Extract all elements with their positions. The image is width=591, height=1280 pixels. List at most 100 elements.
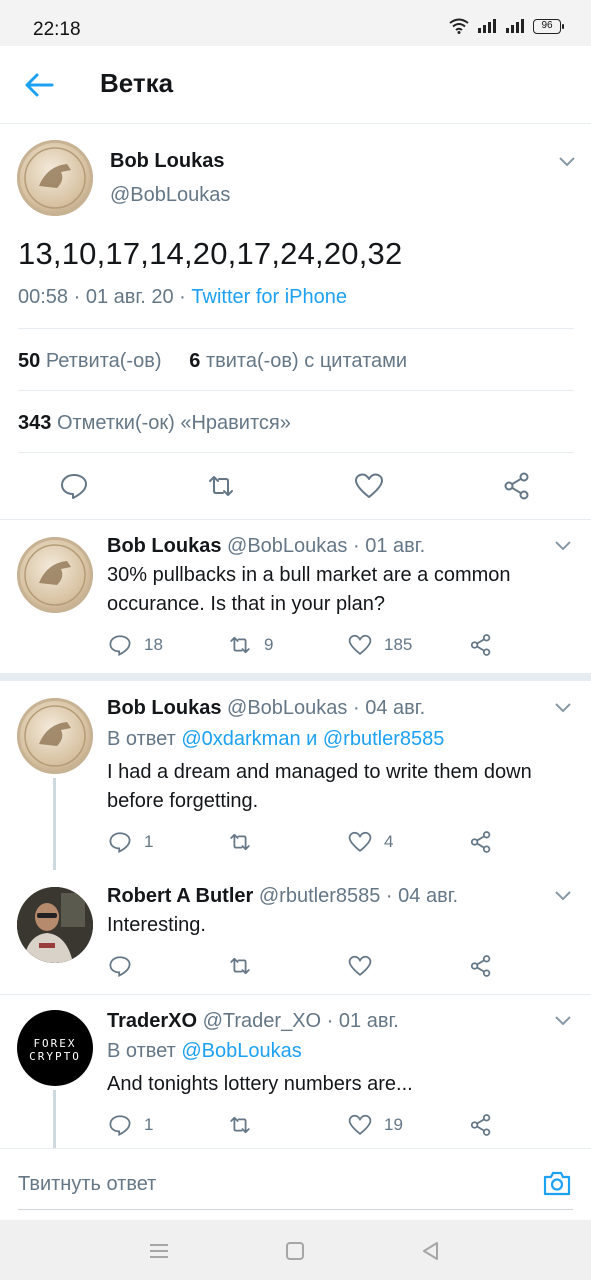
mention-link[interactable]: @0xdarkman bbox=[181, 728, 300, 750]
author-name[interactable]: Bob Loukas bbox=[107, 535, 221, 557]
reply-action[interactable] bbox=[108, 953, 132, 979]
author-handle[interactable]: @BobLoukas bbox=[227, 697, 347, 719]
compose-bar: Твитнуть ответ bbox=[0, 1148, 591, 1220]
system-nav-bar bbox=[0, 1220, 591, 1280]
retweet-icon bbox=[230, 957, 250, 975]
avatar[interactable]: FOREX CRYPTO bbox=[17, 1010, 93, 1086]
reply-count: 1 bbox=[144, 832, 154, 851]
meta-separator: · bbox=[73, 286, 86, 308]
main-tweet: Bob Loukas @BobLoukas 13,10,17,14,20,17,… bbox=[0, 124, 591, 520]
divider bbox=[18, 452, 574, 453]
signal-icon-2 bbox=[506, 19, 524, 33]
reply-text: Interesting. bbox=[107, 914, 206, 936]
status-icons: 96 bbox=[449, 18, 564, 34]
back-triangle-icon[interactable] bbox=[418, 1238, 444, 1264]
quotes-label: твита(-ов) с цитатами bbox=[205, 350, 408, 372]
reply-tweet[interactable]: Bob Loukas @BobLoukas · 01 авг. 30% pull… bbox=[0, 520, 591, 673]
author-handle[interactable]: @BobLoukas bbox=[227, 535, 347, 557]
avatar[interactable] bbox=[17, 698, 93, 774]
share-action[interactable] bbox=[469, 829, 493, 855]
author-name[interactable]: Robert A Butler bbox=[107, 885, 253, 907]
share-action[interactable] bbox=[469, 1112, 493, 1138]
retweets-label: Ретвита(-ов) bbox=[45, 350, 162, 372]
mention-link[interactable]: @BobLoukas bbox=[181, 1040, 301, 1062]
retweet-action[interactable]: 9 bbox=[228, 632, 273, 658]
replying-to: В ответ @BobLoukas bbox=[107, 1040, 302, 1063]
reply-header: Bob Loukas @BobLoukas · 04 авг. bbox=[107, 697, 425, 720]
chevron-down-icon[interactable] bbox=[558, 156, 576, 168]
mention-link[interactable]: @rbutler8585 bbox=[323, 728, 444, 750]
like-icon bbox=[348, 634, 372, 655]
author-handle[interactable]: @BobLoukas bbox=[110, 184, 230, 207]
mention-joiner: и bbox=[306, 728, 318, 750]
retweet-icon bbox=[230, 1116, 250, 1134]
author-name[interactable]: TraderXO bbox=[107, 1010, 197, 1032]
retweet-icon bbox=[230, 833, 250, 851]
quotes-count: 6 bbox=[189, 350, 201, 372]
replying-to: В ответ @0xdarkman и @rbutler8585 bbox=[107, 728, 444, 751]
author-name[interactable]: Bob Loukas bbox=[110, 150, 224, 173]
reply-action[interactable]: 1 bbox=[108, 1112, 153, 1138]
reply-action[interactable]: 18 bbox=[108, 632, 163, 658]
camera-icon[interactable] bbox=[541, 1167, 573, 1199]
reply-icon bbox=[109, 635, 131, 657]
share-action[interactable] bbox=[469, 953, 493, 979]
home-icon[interactable] bbox=[282, 1238, 308, 1264]
reply-text: I had a dream and managed to write them … bbox=[107, 761, 532, 812]
chevron-down-icon[interactable] bbox=[554, 702, 572, 714]
reply-action[interactable]: 1 bbox=[108, 829, 153, 855]
like-action[interactable] bbox=[348, 953, 372, 979]
share-icon bbox=[470, 831, 491, 853]
reply-tweet[interactable]: Bob Loukas @BobLoukas · 04 авг. В ответ … bbox=[0, 681, 591, 870]
retweet-stats[interactable]: 50 Ретвита(-ов) 6 твита(-ов) с цитатами bbox=[18, 350, 407, 373]
retweet-action[interactable] bbox=[228, 953, 252, 979]
back-arrow-icon[interactable] bbox=[22, 70, 56, 100]
like-action[interactable]: 185 bbox=[348, 632, 412, 658]
page-title: Ветка bbox=[100, 68, 174, 98]
retweet-action[interactable] bbox=[228, 829, 264, 855]
like-action[interactable]: 19 bbox=[348, 1112, 403, 1138]
reply-icon bbox=[109, 1115, 131, 1137]
reply-tweet[interactable]: FOREX CRYPTO TraderXO @Trader_XO · 01 ав… bbox=[0, 995, 591, 1148]
likes-stats[interactable]: 343 Отметки(-ок) «Нравится» bbox=[18, 412, 291, 435]
retweet-icon[interactable] bbox=[206, 471, 236, 501]
like-icon bbox=[348, 831, 372, 852]
avatar[interactable] bbox=[17, 537, 93, 613]
share-icon[interactable] bbox=[502, 471, 532, 501]
replying-to-label: В ответ bbox=[107, 728, 176, 750]
author-handle[interactable]: @rbutler8585 bbox=[259, 885, 380, 907]
like-count: 4 bbox=[384, 832, 394, 851]
chevron-down-icon[interactable] bbox=[554, 890, 572, 902]
like-action[interactable]: 4 bbox=[348, 829, 393, 855]
reply-date: 04 авг. bbox=[398, 885, 459, 907]
retweets-count: 50 bbox=[18, 350, 41, 372]
share-icon bbox=[470, 955, 491, 977]
tweet-source[interactable]: Twitter for iPhone bbox=[191, 286, 347, 308]
reply-header: Bob Loukas @BobLoukas · 01 авг. bbox=[107, 535, 425, 558]
reply-text: 30% pullbacks in a bull market are a com… bbox=[107, 564, 511, 615]
share-action[interactable] bbox=[469, 632, 493, 658]
section-gap bbox=[0, 673, 591, 681]
reply-tweet[interactable]: Robert A Butler @rbutler8585 · 04 авг. I… bbox=[0, 870, 591, 994]
dot-separator: · bbox=[352, 535, 360, 557]
reply-icon[interactable] bbox=[59, 471, 89, 501]
share-icon bbox=[470, 634, 491, 656]
reply-date: 04 авг. bbox=[365, 697, 426, 719]
reply-input[interactable]: Твитнуть ответ bbox=[18, 1173, 156, 1196]
menu-icon[interactable] bbox=[146, 1238, 172, 1264]
coin-logo-icon bbox=[24, 147, 86, 209]
avatar[interactable] bbox=[17, 887, 93, 963]
chevron-down-icon[interactable] bbox=[554, 1015, 572, 1027]
avatar-line-crypto: CRYPTO bbox=[29, 1050, 81, 1063]
tweet-meta: 00:58 · 01 авг. 20 · Twitter for iPhone bbox=[18, 286, 347, 309]
avatar[interactable] bbox=[17, 140, 93, 216]
wifi-icon bbox=[449, 18, 469, 34]
reply-date: 01 авг. bbox=[365, 535, 426, 557]
retweet-action[interactable] bbox=[228, 1112, 252, 1138]
author-name[interactable]: Bob Loukas bbox=[107, 697, 221, 719]
status-bar: 22:18 96 bbox=[0, 0, 591, 46]
reply-icon bbox=[109, 956, 131, 978]
chevron-down-icon[interactable] bbox=[554, 540, 572, 552]
like-icon[interactable] bbox=[354, 471, 384, 501]
author-handle[interactable]: @Trader_XO bbox=[203, 1010, 322, 1032]
